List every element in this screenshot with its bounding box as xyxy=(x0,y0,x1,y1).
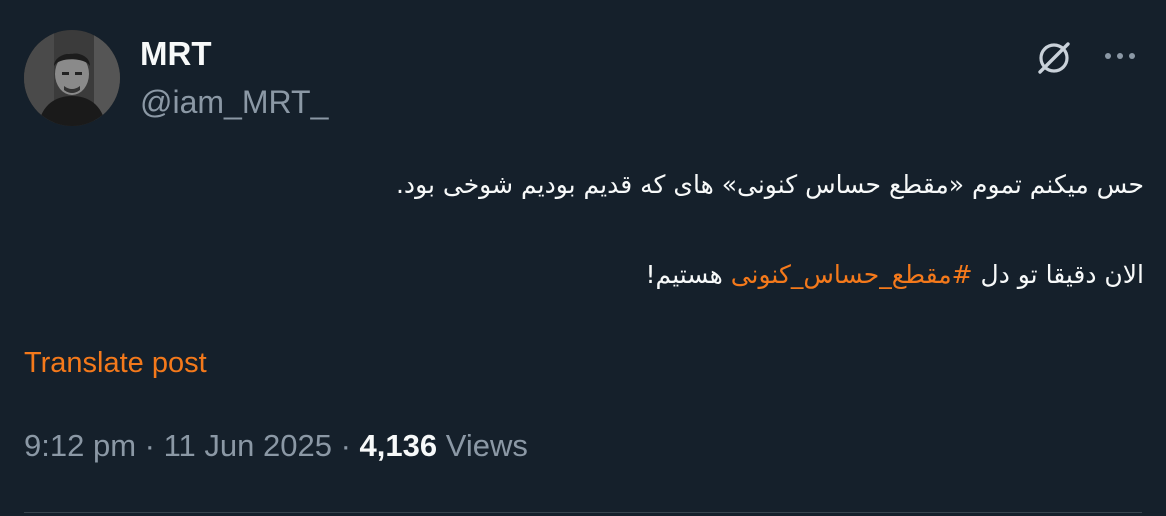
tweet-text: حس میکنم تموم «مقطع حساس کنونی» های که ق… xyxy=(24,168,1144,292)
author-display-name[interactable]: MRT xyxy=(140,34,211,74)
tweet-line-2: الان دقیقا تو دل #مقطع_حساس_کنونی هستیم! xyxy=(24,258,1144,292)
grok-icon[interactable] xyxy=(1034,38,1074,78)
hashtag-link[interactable]: #مقطع_حساس_کنونی xyxy=(731,260,973,289)
author-handle[interactable]: @iam_MRT_ xyxy=(140,82,328,122)
more-icon[interactable] xyxy=(1098,38,1142,78)
meta-separator: · xyxy=(340,428,351,463)
meta-separator: · xyxy=(144,428,155,463)
tweet-line-1: حس میکنم تموم «مقطع حساس کنونی» های که ق… xyxy=(395,170,1144,199)
avatar[interactable] xyxy=(24,30,120,126)
divider xyxy=(24,512,1142,513)
tweet-meta: 9:12 pm · 11 Jun 2025 · 4,136 Views xyxy=(24,426,528,466)
post-time[interactable]: 9:12 pm xyxy=(24,428,136,463)
views-count[interactable]: 4,136 xyxy=(360,428,438,463)
views-label: Views xyxy=(445,428,528,463)
tweet-line-2-before: الان دقیقا تو دل xyxy=(972,260,1144,289)
tweet-line-2-after: هستیم! xyxy=(645,260,731,289)
translate-post-link[interactable]: Translate post xyxy=(24,344,207,382)
post-date[interactable]: 11 Jun 2025 xyxy=(164,428,332,463)
